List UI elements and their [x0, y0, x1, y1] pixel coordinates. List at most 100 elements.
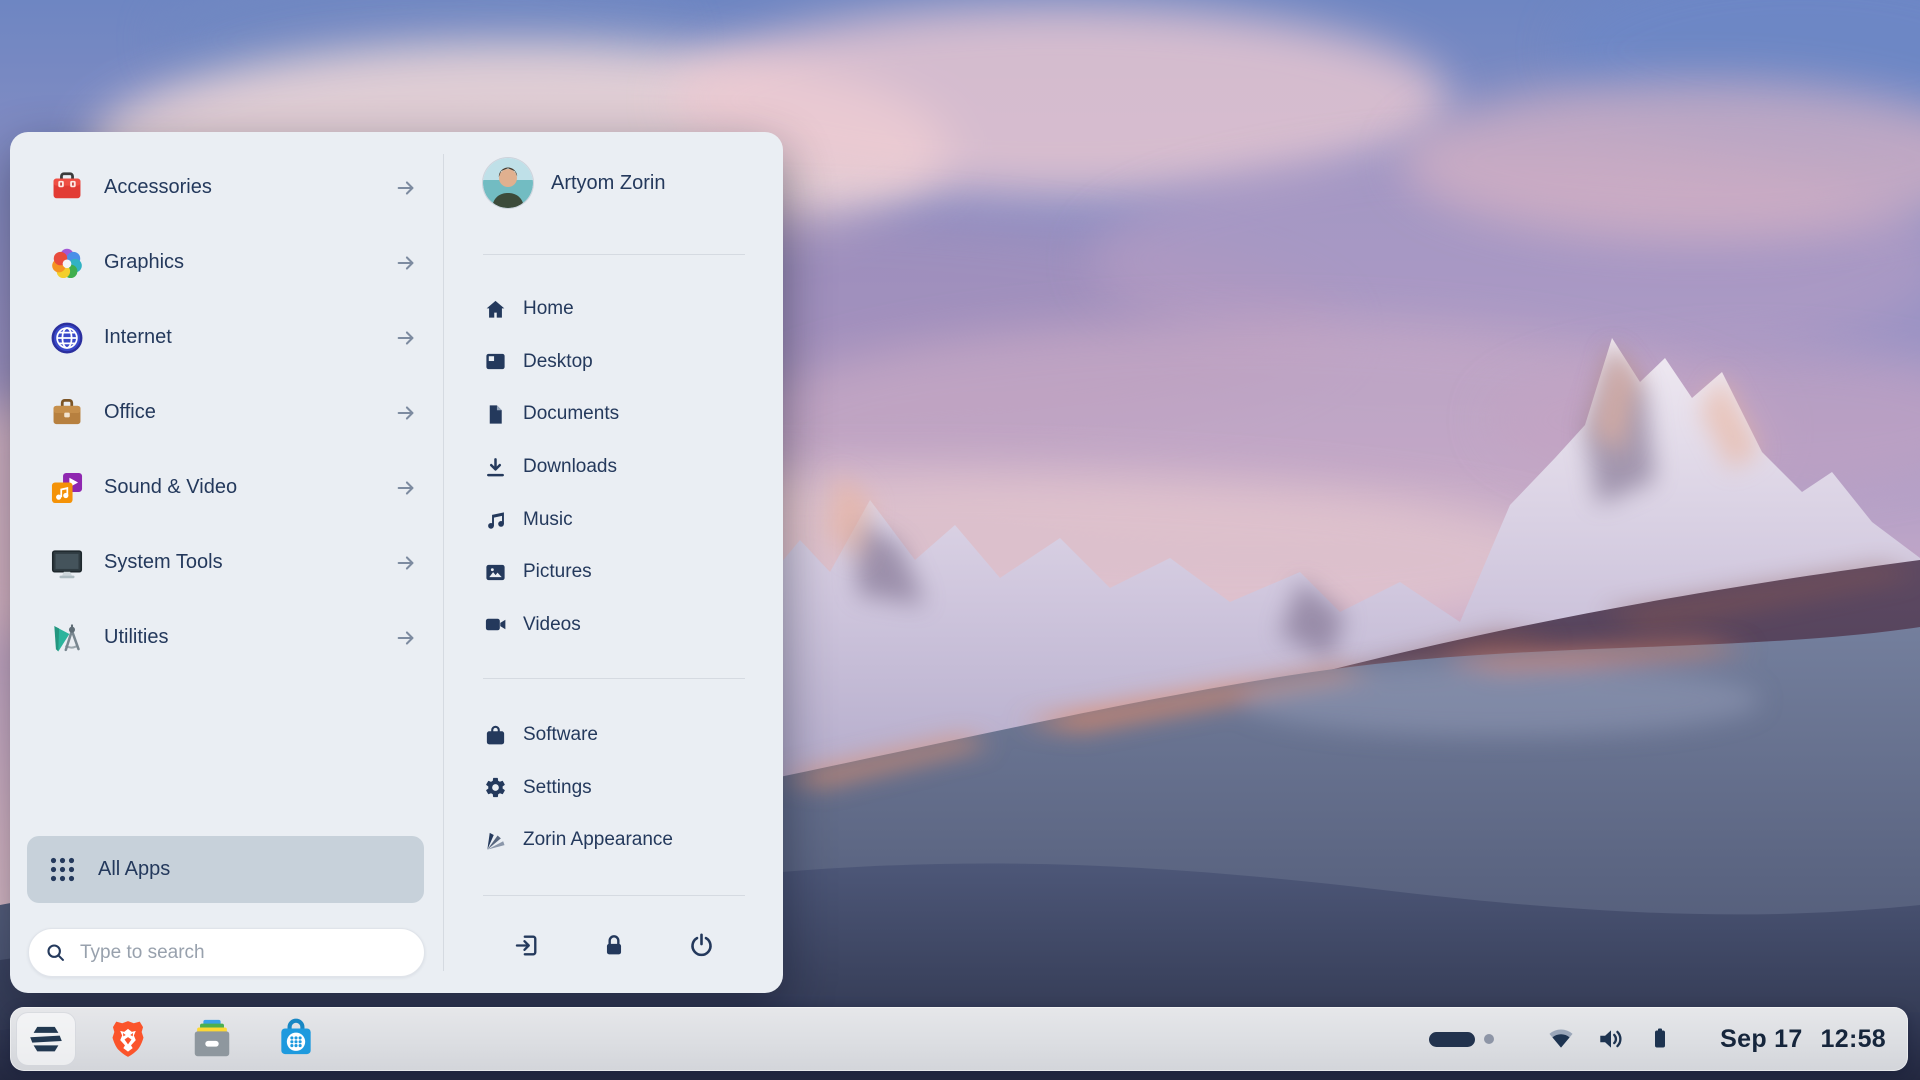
place-label: Home: [523, 298, 574, 320]
clock-time: 12:58: [1821, 1025, 1886, 1054]
battery-icon[interactable]: [1646, 1025, 1674, 1053]
menu-divider: [483, 678, 745, 679]
place-item-documents[interactable]: Documents: [483, 388, 763, 441]
place-item-home[interactable]: Home: [483, 283, 763, 336]
media-note-icon: [48, 469, 86, 507]
taskbar-files-button[interactable]: [182, 1012, 242, 1066]
power-icon: [688, 932, 715, 959]
all-apps-label: All Apps: [98, 858, 170, 881]
tray-dot: [1484, 1034, 1494, 1044]
menu-item-sound-video[interactable]: Sound & Video: [10, 450, 443, 525]
menu-divider-vertical: [443, 154, 444, 971]
menu-divider: [483, 254, 745, 255]
clock[interactable]: Sep 17 12:58: [1720, 1025, 1886, 1054]
file-cabinet-icon: [189, 1016, 235, 1062]
user-account-row[interactable]: Artyom Zorin: [483, 158, 665, 208]
place-item-videos[interactable]: Videos: [483, 599, 763, 652]
menu-item-internet[interactable]: Internet: [10, 300, 443, 375]
place-item-desktop[interactable]: Desktop: [483, 336, 763, 389]
gear-icon: [483, 776, 507, 800]
system-tray: Sep 17 12:58: [1429, 1007, 1886, 1071]
places-list: Home Desktop Documents Downloads: [483, 283, 763, 651]
menu-item-label: System Tools: [104, 551, 395, 574]
shortcut-settings[interactable]: Settings: [483, 762, 763, 815]
clock-date: Sep 17: [1720, 1025, 1802, 1054]
status-pill-indicator[interactable]: [1429, 1032, 1475, 1047]
menu-divider: [483, 895, 745, 896]
place-item-downloads[interactable]: Downloads: [483, 441, 763, 494]
app-menu-panel: Accessories Graphics: [10, 132, 783, 993]
place-label: Desktop: [523, 351, 593, 373]
arrow-right-icon: [395, 327, 417, 349]
menu-item-system-tools[interactable]: System Tools: [10, 525, 443, 600]
pinwheel-icon: [48, 244, 86, 282]
taskbar-software-store-button[interactable]: [266, 1012, 326, 1066]
picture-icon: [483, 560, 507, 584]
music-note-icon: [483, 508, 507, 532]
software-bag-icon: [483, 723, 507, 747]
search-icon: [45, 942, 66, 963]
document-icon: [483, 402, 507, 426]
place-label: Videos: [523, 614, 581, 636]
taskbar-zorin-menu-button[interactable]: [16, 1012, 76, 1066]
taskbar-brave-button[interactable]: [98, 1012, 158, 1066]
logout-button[interactable]: [504, 922, 550, 968]
menu-item-label: Office: [104, 401, 395, 424]
arrow-right-icon: [395, 627, 417, 649]
logout-icon: [513, 932, 540, 959]
globe-icon: [48, 319, 86, 357]
wifi-icon[interactable]: [1546, 1024, 1576, 1054]
home-icon: [483, 297, 507, 321]
zorin-logo-icon: [29, 1022, 63, 1056]
arrow-right-icon: [395, 252, 417, 274]
shortcut-label: Software: [523, 724, 598, 746]
download-icon: [483, 455, 507, 479]
menu-item-label: Utilities: [104, 626, 395, 649]
shortcut-label: Zorin Appearance: [523, 829, 673, 851]
avatar: [483, 158, 533, 208]
place-label: Music: [523, 509, 573, 531]
search-input[interactable]: [78, 941, 408, 965]
toolbox-icon: [48, 169, 86, 207]
category-list: Accessories Graphics: [10, 150, 443, 675]
briefcase-icon: [48, 394, 86, 432]
lock-button[interactable]: [591, 922, 637, 968]
arrow-right-icon: [395, 177, 417, 199]
arrow-right-icon: [395, 552, 417, 574]
place-label: Downloads: [523, 456, 617, 478]
video-camera-icon: [483, 613, 507, 637]
menu-item-utilities[interactable]: Utilities: [10, 600, 443, 675]
taskbar: Sep 17 12:58: [10, 1007, 1908, 1071]
menu-item-label: Internet: [104, 326, 395, 349]
desktop: Accessories Graphics: [0, 0, 1920, 1080]
menu-item-office[interactable]: Office: [10, 375, 443, 450]
place-item-pictures[interactable]: Pictures: [483, 546, 763, 599]
all-apps-button[interactable]: All Apps: [27, 836, 424, 903]
desktop-icon: [483, 350, 507, 374]
power-button[interactable]: [678, 922, 724, 968]
grid-dots-icon: [49, 856, 76, 883]
search-bar[interactable]: [28, 928, 425, 977]
shortcut-list: Software Settings Zorin Appearance: [483, 709, 763, 867]
brave-lion-icon: [106, 1017, 150, 1061]
session-buttons: [483, 922, 745, 968]
place-label: Pictures: [523, 561, 592, 583]
shortcut-zorin-appearance[interactable]: Zorin Appearance: [483, 814, 763, 867]
compass-icon: [48, 619, 86, 657]
volume-icon[interactable]: [1596, 1024, 1626, 1054]
menu-item-label: Sound & Video: [104, 476, 395, 499]
place-item-music[interactable]: Music: [483, 493, 763, 546]
menu-item-label: Graphics: [104, 251, 395, 274]
lock-icon: [601, 932, 627, 958]
user-name: Artyom Zorin: [551, 172, 665, 195]
monitor-icon: [48, 544, 86, 582]
arrow-right-icon: [395, 477, 417, 499]
menu-item-graphics[interactable]: Graphics: [10, 225, 443, 300]
store-bag-icon: [274, 1017, 318, 1061]
appearance-rays-icon: [483, 828, 507, 852]
shortcut-software[interactable]: Software: [483, 709, 763, 762]
shortcut-label: Settings: [523, 777, 592, 799]
place-label: Documents: [523, 403, 619, 425]
menu-item-accessories[interactable]: Accessories: [10, 150, 443, 225]
arrow-right-icon: [395, 402, 417, 424]
